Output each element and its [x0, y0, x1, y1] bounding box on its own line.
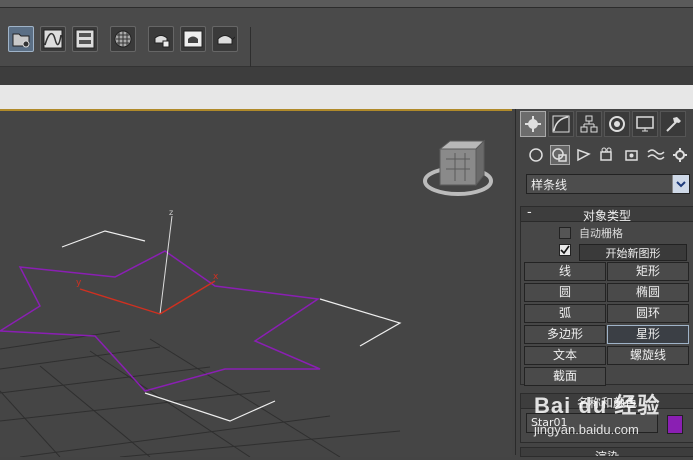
motion-icon	[609, 116, 625, 132]
text-button[interactable]: 文本	[524, 346, 606, 365]
dropdown-value: 样条线	[531, 178, 568, 192]
render-setup-button[interactable]	[148, 26, 174, 52]
curve-editor-button[interactable]	[40, 26, 66, 52]
object-type-rollout: - 对象类型 自动栅格 开始新图形 线 矩形 圆 椭圆 弧 圆环 多边形 星形 …	[520, 205, 693, 386]
tab-display[interactable]	[632, 111, 658, 137]
category-cameras[interactable]	[598, 145, 618, 165]
viewport-canvas: z y x	[0, 139, 493, 458]
light-icon	[577, 148, 591, 162]
wave-icon	[647, 149, 665, 160]
helper-icon	[625, 150, 638, 161]
display-icon	[636, 116, 654, 132]
auto-grid-checkbox[interactable]	[559, 227, 571, 239]
open-file-button[interactable]	[8, 26, 34, 52]
tab-create[interactable]	[520, 111, 546, 137]
teapot-setup-icon	[154, 35, 170, 48]
selection-brackets	[61, 230, 402, 422]
perspective-viewport[interactable]: z y x	[0, 109, 512, 458]
create-icon	[525, 116, 541, 132]
curve-icon	[43, 29, 63, 49]
rectangle-button[interactable]: 矩形	[607, 262, 689, 281]
gear-icon	[673, 148, 687, 162]
ribbon-band	[0, 67, 693, 85]
donut-button[interactable]: 圆环	[607, 304, 689, 323]
ellipse-button[interactable]: 椭圆	[607, 283, 689, 302]
category-geometry[interactable]	[526, 145, 546, 165]
camera-icon	[600, 147, 612, 161]
object-type-title: 对象类型	[582, 209, 631, 223]
category-shapes[interactable]	[550, 145, 570, 165]
viewport-header	[0, 85, 693, 109]
viewcube[interactable]	[423, 139, 493, 196]
shape-type-dropdown[interactable]: 样条线	[526, 174, 690, 194]
category-helpers[interactable]	[622, 145, 642, 165]
line-button[interactable]: 线	[524, 262, 606, 281]
hammer-icon	[666, 117, 681, 132]
transform-gizmo[interactable]: z y x	[76, 208, 219, 315]
star-button[interactable]: 星形	[607, 325, 689, 344]
tab-hierarchy[interactable]	[576, 111, 602, 137]
star-shape[interactable]	[0, 250, 321, 392]
create-category-bar	[526, 145, 690, 165]
category-systems[interactable]	[670, 145, 690, 165]
baidu-url: jingyan.baidu.com	[534, 422, 639, 437]
render-frame-button[interactable]	[180, 26, 206, 52]
arc-button[interactable]: 弧	[524, 304, 606, 323]
main-toolbar	[0, 8, 693, 73]
baidu-watermark: Bai du 经验 jingyan.baidu.com	[530, 380, 690, 455]
hierarchy-icon	[580, 115, 598, 133]
z-axis-label: z	[169, 208, 173, 217]
checkmark-icon	[560, 245, 570, 255]
object-type-header[interactable]: - 对象类型	[521, 205, 693, 223]
schematic-view-button[interactable]	[72, 26, 98, 52]
rollout-toggle[interactable]: -	[527, 205, 532, 220]
schematic-icon	[75, 29, 95, 49]
category-space-warps[interactable]	[646, 145, 666, 165]
sphere-icon	[529, 148, 543, 162]
helix-button[interactable]: 螺旋线	[607, 346, 689, 365]
chevron-down-icon[interactable]	[672, 175, 689, 193]
modify-icon	[552, 115, 570, 133]
tab-utilities[interactable]	[660, 111, 686, 137]
command-panel-tabs	[520, 111, 692, 137]
y-axis-label: y	[76, 278, 82, 288]
render-button[interactable]	[212, 26, 238, 52]
start-new-shape-checkbox[interactable]	[559, 244, 571, 256]
auto-grid-label: 自动栅格	[579, 227, 623, 240]
category-lights[interactable]	[574, 145, 594, 165]
tab-modify[interactable]	[548, 111, 574, 137]
folder-icon	[12, 33, 30, 48]
ngon-button[interactable]: 多边形	[524, 325, 606, 344]
x-axis-label: x	[213, 272, 219, 282]
teapot-icon	[217, 35, 235, 45]
circle-button[interactable]: 圆	[524, 283, 606, 302]
teapot-frame-icon	[183, 30, 203, 48]
baidu-logo: Bai du 经验	[534, 393, 661, 418]
shapes-icon	[552, 148, 567, 162]
title-strip	[0, 0, 693, 8]
home-grid	[0, 330, 401, 458]
tab-motion[interactable]	[604, 111, 630, 137]
material-ball-icon	[114, 30, 132, 48]
material-editor-button[interactable]	[110, 26, 136, 52]
start-new-shape-button[interactable]: 开始新图形	[579, 244, 687, 261]
